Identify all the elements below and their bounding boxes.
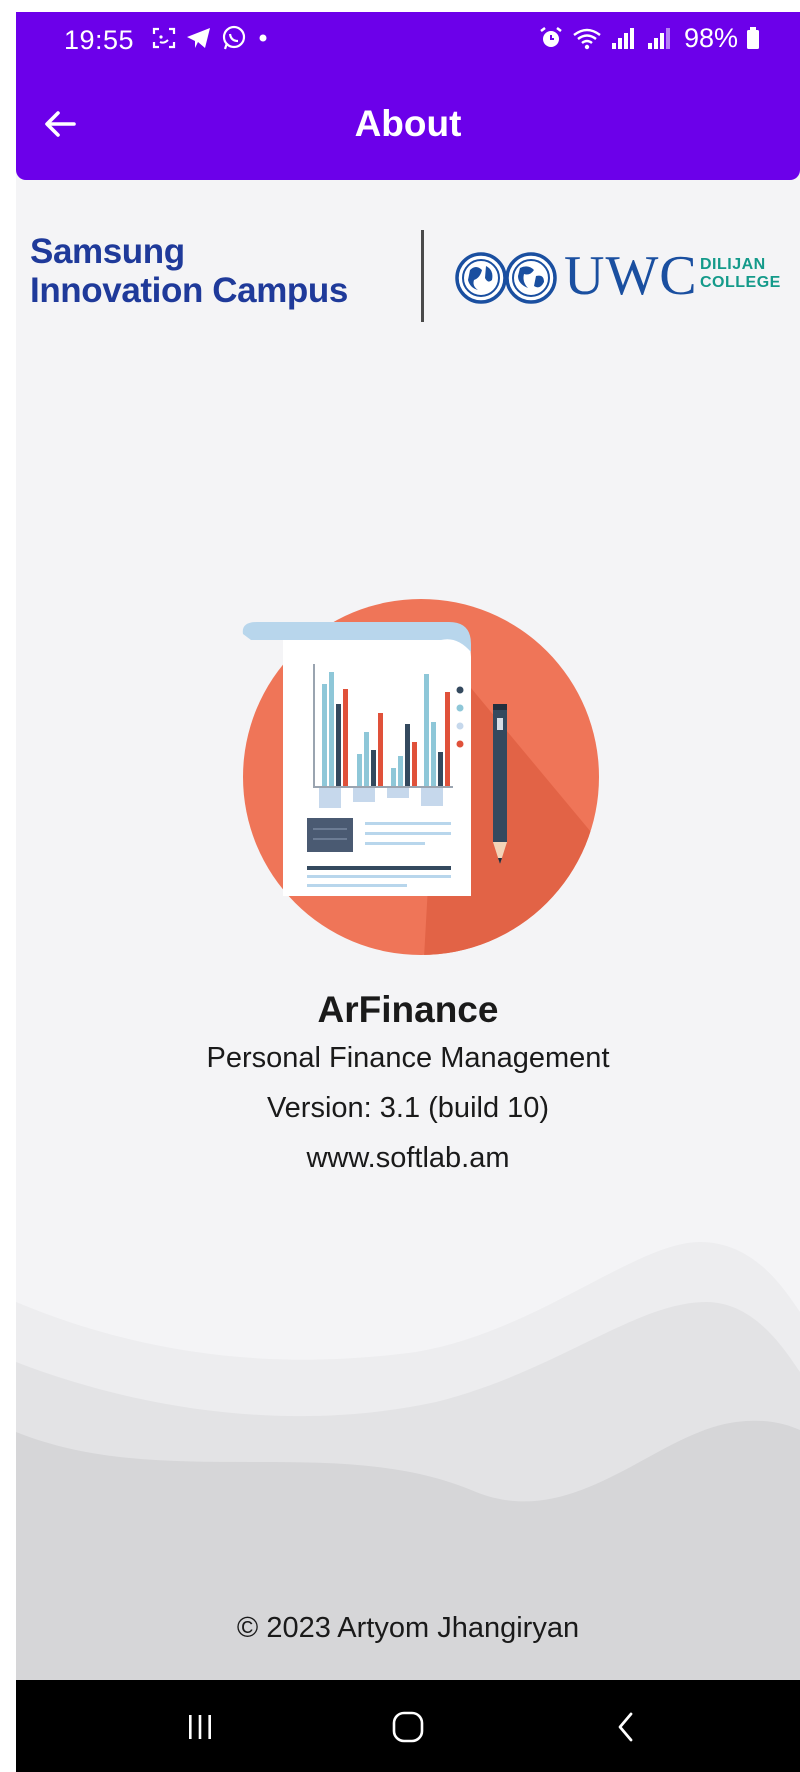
home-button[interactable]	[378, 1702, 438, 1752]
finance-report-illustration	[242, 599, 599, 955]
battery-icon	[747, 27, 759, 49]
status-time: 19:55	[64, 25, 135, 55]
telegram-icon	[187, 28, 210, 48]
notification-dot-icon	[259, 34, 267, 42]
signal-icon	[611, 28, 634, 49]
about-screen: 19:55 98% About Samsung Innovation Campu…	[16, 12, 800, 1772]
screenshot-icon	[152, 27, 176, 49]
system-nav-bar	[16, 1680, 800, 1772]
pencil-icon	[493, 704, 507, 864]
recent-apps-button[interactable]	[170, 1702, 230, 1752]
signal-icon	[647, 28, 670, 49]
uwc-subtitle-line1: DILIJAN	[700, 256, 766, 273]
copyright-text: © 2023 Artyom Jhangiryan	[236, 1612, 580, 1644]
status-left-icons	[151, 20, 271, 56]
app-version: Version: 3.1 (build 10)	[266, 1092, 550, 1124]
uwc-wordmark: UWC	[564, 245, 698, 307]
samsung-logo-line1: Samsung	[30, 232, 185, 271]
app-website: www.softlab.am	[306, 1142, 510, 1174]
wifi-icon	[573, 28, 601, 50]
back-icon	[618, 1712, 633, 1742]
samsung-innovation-campus-logo: Samsung Innovation Campus	[30, 232, 348, 310]
uwc-globes-icon	[455, 252, 557, 304]
home-icon	[392, 1711, 424, 1743]
app-info: ArFinance Personal Finance Management Ve…	[16, 987, 800, 1183]
recent-apps-icon	[189, 1715, 211, 1739]
app-name: ArFinance	[317, 989, 499, 1030]
app-bar: 19:55 98% About	[16, 12, 800, 180]
uwc-subtitle: DILIJAN COLLEGE	[700, 256, 781, 292]
logo-divider	[421, 230, 424, 322]
alarm-icon	[540, 27, 562, 47]
system-back-button[interactable]	[596, 1702, 656, 1752]
status-bar: 19:55 98%	[16, 12, 800, 64]
page-title: About	[354, 103, 462, 144]
whatsapp-icon	[222, 25, 246, 50]
samsung-logo-line2: Innovation Campus	[30, 271, 348, 310]
status-right-icons: 98%	[538, 20, 760, 56]
app-description: Personal Finance Management	[206, 1042, 610, 1074]
partner-logos: Samsung Innovation Campus UWC DILIJAN CO…	[16, 222, 800, 332]
uwc-subtitle-line2: COLLEGE	[700, 274, 781, 291]
decorative-waves	[16, 1242, 800, 1682]
battery-level: 98%	[683, 22, 738, 53]
